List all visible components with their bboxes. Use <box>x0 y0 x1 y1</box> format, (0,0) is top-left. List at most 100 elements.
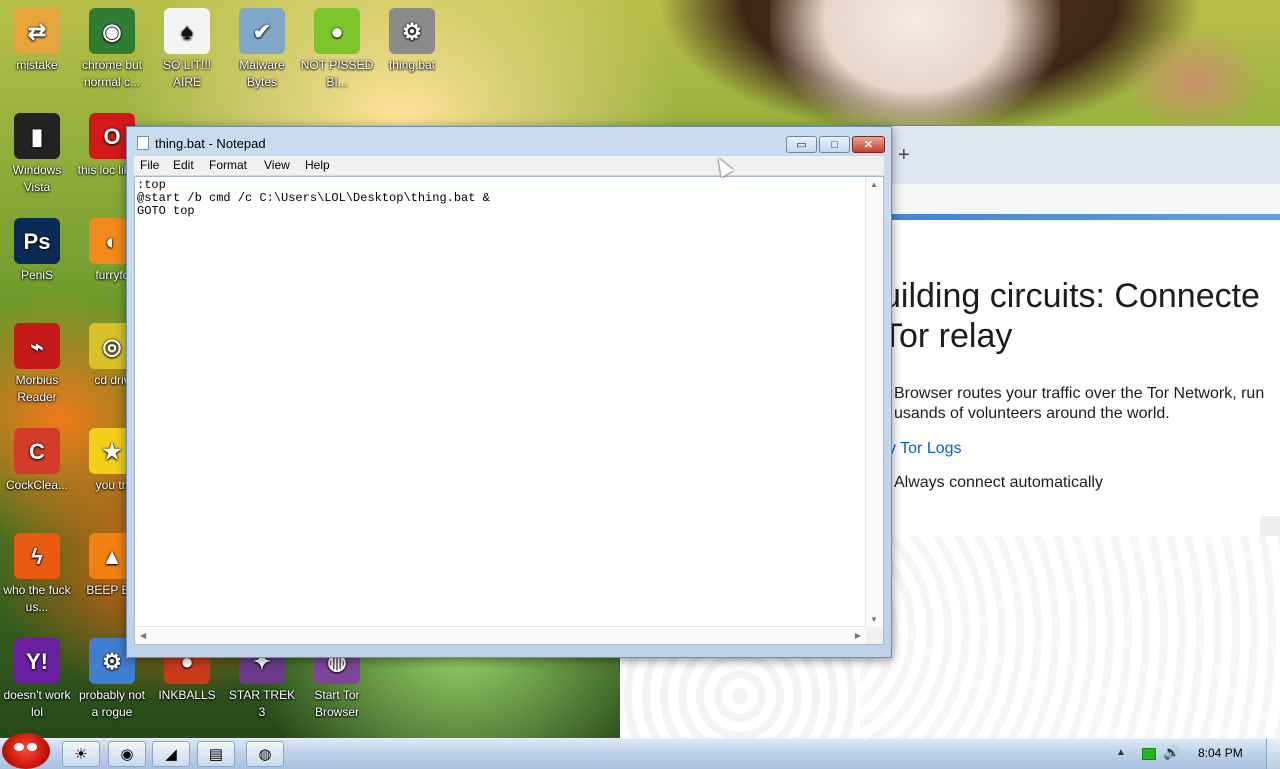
scrollbar-corner <box>866 627 883 644</box>
window-title: thing.bat - Notepad <box>155 136 266 151</box>
lightning-icon: ϟ <box>14 533 60 579</box>
scroll-right-icon[interactable]: ▶ <box>855 631 861 640</box>
chrome-icon: ◉ <box>89 8 135 54</box>
trash-bin-icon: ▮ <box>14 113 60 159</box>
file-content[interactable]: :top @start /b cmd /c C:\Users\LOL\Deskt… <box>137 179 490 218</box>
notepad-window[interactable]: thing.bat - Notepad ▭ □ ✕ File Edit Form… <box>126 126 892 658</box>
taskbar-button-notepad-icon[interactable]: ▤ <box>197 741 235 767</box>
horizontal-scrollbar[interactable]: ◀ ▶ <box>135 626 866 644</box>
always-connect-checkbox-label[interactable]: Always connect automatically <box>894 474 1103 492</box>
desktop-icon[interactable]: Ps PeniS <box>0 218 74 284</box>
desktop-icon-label: SO LIT!!! AIRE <box>162 58 211 89</box>
desktop-icon[interactable]: ⇄ mistake <box>0 8 74 74</box>
desktop-icon[interactable]: ♠ SO LIT!!! AIRE <box>150 8 224 91</box>
maximize-icon: □ <box>831 138 838 151</box>
desktop-icon[interactable]: ⚙ thing.bat <box>375 8 449 74</box>
copy-tor-logs-link[interactable]: y Tor Logs <box>888 440 962 458</box>
notepad-icon <box>137 136 149 150</box>
desktop-icon[interactable]: ◉ chrome but normal c... <box>75 8 149 91</box>
taskbar-button-tor-browser-icon[interactable]: ◍ <box>246 741 284 767</box>
desktop-icon-label: thing.bat <box>388 58 436 72</box>
taskbar-button-explorer-icon[interactable]: ☀ <box>62 741 100 767</box>
tor-connection-progress <box>890 214 1280 220</box>
minimize-icon: ▭ <box>796 139 807 151</box>
tor-background-pattern-left <box>620 656 860 738</box>
minimize-button[interactable]: ▭ <box>786 136 817 153</box>
chrome-icon: ◉ <box>120 746 134 763</box>
spade-card-icon: ♠ <box>164 8 210 54</box>
tor-browser-window[interactable]: + uilding circuits: Connecte Tor relay B… <box>860 126 1280 738</box>
tor-description-line1: Browser routes your traffic over the Tor… <box>894 385 1265 402</box>
clock[interactable]: 8:04 PM <box>1198 746 1243 760</box>
desktop-icon[interactable]: C CockClea... <box>0 428 74 494</box>
text-editor-area[interactable]: :top @start /b cmd /c C:\Users\LOL\Deskt… <box>134 176 884 645</box>
scroll-up-icon[interactable]: ▲ <box>870 180 878 189</box>
wallpaper-arm <box>1120 20 1270 130</box>
desktop-icon-label: doesn't work lol <box>3 688 71 719</box>
notepad-title-bar[interactable]: thing.bat - Notepad ▭ □ ✕ <box>127 127 891 155</box>
desktop-icon-label: who the fuck us... <box>3 583 71 614</box>
menu-format[interactable]: Format <box>209 158 247 172</box>
vertical-scrollbar[interactable]: ▲ ▼ <box>865 177 883 627</box>
yahoo-messenger-icon: Y! <box>14 638 60 684</box>
desktop-icon-label: Malware Bytes <box>239 58 285 89</box>
start-button[interactable] <box>2 733 50 769</box>
desktop-icon-label: probably not a rogue <box>78 688 146 719</box>
taskbar-button-chrome-icon[interactable]: ◉ <box>108 741 146 767</box>
network-icon[interactable] <box>1142 748 1156 760</box>
scroll-left-icon[interactable]: ◀ <box>140 631 146 640</box>
tor-browser-icon: ◍ <box>258 746 272 763</box>
photoshop-icon: Ps <box>14 218 60 264</box>
start-orb-eye-left <box>14 743 24 751</box>
menu-file[interactable]: File <box>140 158 159 172</box>
desktop-icon[interactable]: ▮ Windows Vista <box>0 113 74 196</box>
maximize-button[interactable]: □ <box>819 136 850 153</box>
tor-heading: uilding circuits: Connecte Tor relay <box>882 276 1280 356</box>
menu-help[interactable]: Help <box>305 158 330 172</box>
desktop-icon-label: Windows Vista <box>12 163 62 194</box>
tor-heading-line2: Tor relay <box>882 317 1013 355</box>
desktop-icon-label: INKBALLS <box>158 688 216 702</box>
tor-description: Browser routes your traffic over the Tor… <box>894 384 1280 424</box>
desktop-icon-label: NOT PISSED BI... <box>300 58 374 89</box>
explorer-icon: ☀ <box>74 746 88 763</box>
show-desktop-button[interactable] <box>1266 739 1280 769</box>
close-icon: ✕ <box>863 139 874 151</box>
show-hidden-icons-button[interactable]: ▲ <box>1116 747 1126 758</box>
scroll-down-icon[interactable]: ▼ <box>870 615 878 624</box>
desktop-icon-label: PeniS <box>20 268 54 282</box>
desktop-icon-label: chrome but normal c... <box>81 58 143 89</box>
pdf-reader-icon: ⌁ <box>14 323 60 369</box>
desktop-icon-label: STAR TREK 3 <box>228 688 296 719</box>
folder-sync-icon: ⇄ <box>14 8 60 54</box>
taskbar-button-media-player-icon[interactable]: ◢ <box>152 741 190 767</box>
menu-edit[interactable]: Edit <box>173 158 194 172</box>
green-pig-icon: ● <box>314 8 360 54</box>
menu-view[interactable]: View <box>264 158 290 172</box>
desktop-icon[interactable]: ✔ Malware Bytes <box>225 8 299 91</box>
desktop-icon-label: Start Tor Browser <box>314 688 360 719</box>
tor-tab-bar: + <box>860 126 1280 184</box>
volume-icon[interactable]: 🔊 <box>1163 744 1180 761</box>
media-player-icon: ◢ <box>165 746 177 763</box>
new-tab-button[interactable]: + <box>898 144 910 167</box>
ccleaner-icon: C <box>14 428 60 474</box>
desktop-icon[interactable]: ● NOT PISSED BI... <box>300 8 374 91</box>
desktop-icon-label: Morbius Reader <box>15 373 59 404</box>
close-button[interactable]: ✕ <box>852 136 885 153</box>
menu-bar: File Edit Format View Help <box>134 156 884 175</box>
desktop-icon-label: CockClea... <box>5 478 69 492</box>
tor-background-pattern <box>860 536 1280 738</box>
gear-script-icon: ⚙ <box>389 8 435 54</box>
notepad-icon: ▤ <box>208 746 224 763</box>
tor-description-line2: usands of volunteers around the world. <box>894 405 1170 422</box>
tor-url-bar[interactable] <box>860 184 1280 215</box>
taskbar: ☀ ◉ ◢ ▤ ◍ ▲ 🔊 8:04 PM <box>0 733 1280 769</box>
desktop-icon[interactable]: ⌁ Morbius Reader <box>0 323 74 406</box>
desktop-icon[interactable]: Y! doesn't work lol <box>0 638 74 721</box>
desktop-icon[interactable]: ϟ who the fuck us... <box>0 533 74 616</box>
desktop-icon-label: mistake <box>16 58 58 72</box>
start-orb-eye-right <box>27 743 37 751</box>
wallpaper-face <box>770 0 1060 125</box>
tor-heading-line1: uilding circuits: Connecte <box>882 277 1260 315</box>
